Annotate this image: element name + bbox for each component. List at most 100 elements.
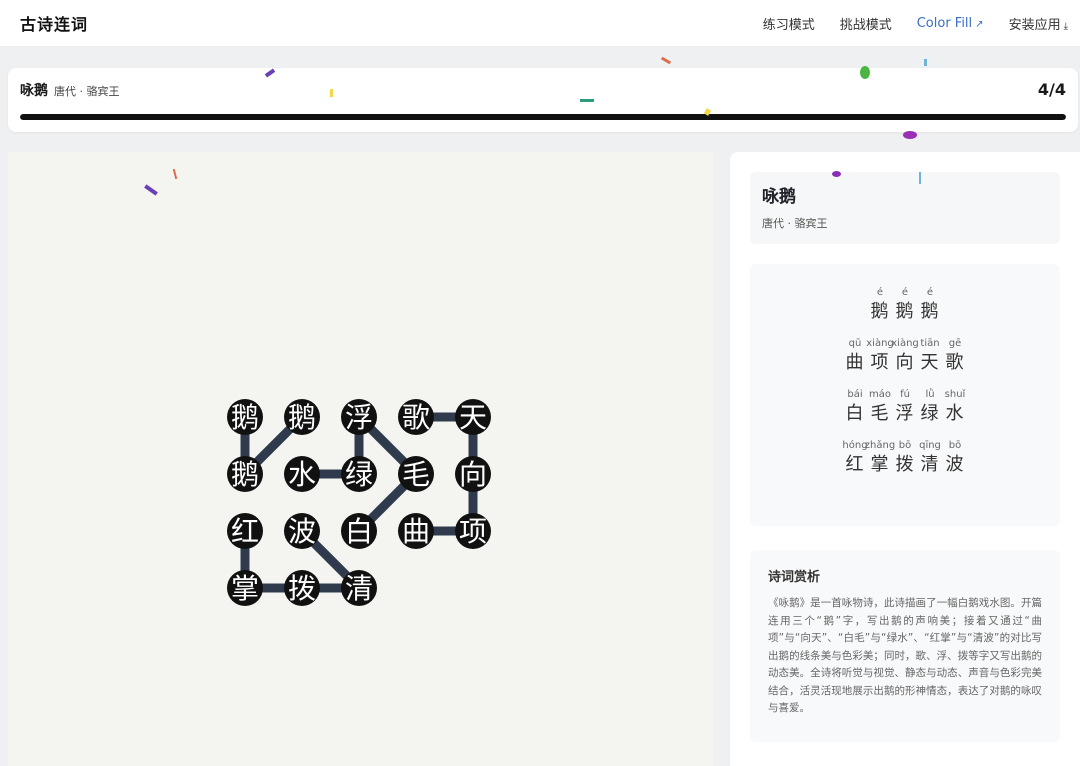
poem-char-pinyin: é (901, 287, 909, 298)
board-cell[interactable]: 鹅 (284, 399, 320, 435)
poem-line: qū 曲 xiàng 项 xiàng 向 tiān 天 gē 歌 (750, 337, 1060, 375)
external-link-icon: ↗ (975, 18, 984, 30)
board-cell-char: 掌 (231, 572, 259, 605)
board-cell[interactable]: 天 (455, 399, 491, 435)
poem-char-pinyin: bō (948, 440, 962, 451)
board-cell-char: 曲 (402, 515, 430, 548)
poem-analysis-box: 诗词赏析 《咏鹅》是一首咏物诗，此诗描画了一幅白鹅戏水图。开篇连用三个“鹅”字，… (750, 550, 1060, 742)
board-cell[interactable]: 鹅 (227, 399, 263, 435)
poem-char: bō 拨 (893, 439, 918, 477)
board-cell[interactable]: 水 (284, 456, 320, 492)
poem-char-hanzi: 拨 (895, 454, 915, 475)
progress-poem-title: 咏鹅 (20, 83, 48, 99)
poem-char: fú 浮 (893, 388, 918, 426)
poem-char-pinyin: hóng (842, 440, 868, 451)
board-cell-char: 拨 (288, 572, 316, 605)
poem-char: bō 波 (943, 439, 968, 477)
board-cell[interactable]: 拨 (284, 570, 320, 606)
poem-char: shuǐ 水 (943, 388, 968, 426)
board-cell[interactable]: 绿 (341, 456, 377, 492)
poem-line: bái 白 máo 毛 fú 浮 lǜ 绿 shuǐ 水 (750, 388, 1060, 426)
board-cell-char: 项 (459, 515, 487, 548)
poem-title: 咏鹅 (762, 187, 796, 207)
app-brand[interactable]: 古诗连词 (20, 11, 88, 35)
game-board[interactable]: 鹅鹅浮歌天鹅水绿毛向红波白曲项掌拨清 (8, 152, 713, 766)
poem-char-hanzi: 鹅 (895, 301, 915, 322)
poem-char: qīng 清 (918, 439, 943, 477)
board-cell[interactable]: 浮 (341, 399, 377, 435)
poem-info-box: 咏鹅 唐代 · 骆宾王 (750, 172, 1060, 244)
analysis-title: 诗词赏析 (768, 570, 821, 585)
poem-char-pinyin: gē (948, 338, 962, 349)
poem-char: lǜ 绿 (918, 388, 943, 426)
poem-char: tiān 天 (918, 337, 943, 375)
poem-char: xiàng 项 (866, 337, 894, 375)
poem-text-box: é 鹅 é 鹅 é 鹅 qū 曲 xiàng 项 xiàng 向 tiān 天 gē 歌 bái 白 máo 毛 fú 浮… (750, 264, 1060, 526)
poem-char: hóng 红 (842, 439, 868, 477)
board-cell[interactable]: 曲 (398, 513, 434, 549)
board-cell[interactable]: 掌 (227, 570, 263, 606)
poem-char-pinyin: é (926, 287, 934, 298)
poem-char: é鹅 (868, 286, 893, 324)
board-cell[interactable]: 向 (455, 456, 491, 492)
board-cell[interactable]: 清 (341, 570, 377, 606)
board-cell[interactable]: 歌 (398, 399, 434, 435)
poem-char-pinyin: qū (848, 338, 862, 349)
poem-char-hanzi: 波 (945, 454, 965, 475)
poem-char-hanzi: 向 (895, 352, 915, 373)
download-icon: ⤓ (1063, 20, 1068, 32)
poem-char-hanzi: 鹅 (920, 301, 940, 322)
poem-char-hanzi: 红 (845, 454, 865, 475)
nav-challenge-mode[interactable]: 挑战模式 (840, 14, 892, 33)
poem-line: é鹅é鹅é鹅 (750, 286, 1060, 324)
poem-char-pinyin: fú (900, 389, 910, 400)
board-cell[interactable]: 白 (341, 513, 377, 549)
poem-char-pinyin: zhǎng (864, 440, 896, 451)
poem-char-hanzi: 鹅 (870, 301, 890, 322)
board-cell-char: 歌 (402, 401, 430, 434)
poem-char-pinyin: bō (898, 440, 912, 451)
progress-bar (20, 114, 1066, 120)
poem-char-hanzi: 白 (845, 403, 865, 424)
poem-char-pinyin: xiàng (866, 338, 894, 349)
poem-char-hanzi: 掌 (870, 454, 890, 475)
nav-install-app[interactable]: 安装应用 ⤓ (1009, 14, 1068, 33)
poem-char-pinyin: bái (847, 389, 863, 400)
poem-line: hóng 红 zhǎng 掌 bō 拨 qīng 清 bō 波 (750, 439, 1060, 477)
poem-char: qū 曲 (843, 337, 868, 375)
board-cell-char: 毛 (402, 458, 430, 491)
board-cell-char: 水 (288, 458, 316, 491)
nav-color-fill-label: Color Fill (916, 15, 973, 31)
poem-char: xiàng 向 (891, 337, 919, 375)
poem-meta: 唐代 · 骆宾王 (762, 217, 828, 230)
board-cell-char: 绿 (345, 458, 373, 491)
poem-char: é鹅 (918, 286, 943, 324)
board-cell-char: 向 (459, 458, 487, 491)
nav-color-fill[interactable]: Color Fill ↗ (917, 16, 984, 31)
poem-char: gē 歌 (943, 337, 968, 375)
confetti-piece (924, 59, 927, 66)
nav-menu: 练习模式 挑战模式 Color Fill ↗ 安装应用 ⤓ (763, 14, 1068, 33)
poem-char-hanzi: 绿 (920, 403, 940, 424)
poem-char-pinyin: tiān (920, 338, 940, 349)
analysis-text: 《咏鹅》是一首咏物诗，此诗描画了一幅白鹅戏水图。开篇连用三个“鹅”字，写出鹅的声… (768, 597, 1042, 714)
board-cell[interactable]: 波 (284, 513, 320, 549)
poem-char-hanzi: 毛 (870, 403, 890, 424)
poem-char-pinyin: lǜ (925, 389, 935, 400)
board-cell[interactable]: 鹅 (227, 456, 263, 492)
progress-count: 4/4 (1037, 80, 1066, 99)
board-cell-char: 波 (288, 515, 316, 548)
board-cell-char: 清 (345, 572, 373, 605)
poem-char-hanzi: 天 (920, 352, 940, 373)
board-cell-char: 鹅 (231, 458, 259, 491)
poem-char-pinyin: máo (869, 389, 891, 400)
poem-char-pinyin: é (876, 287, 884, 298)
board-cell[interactable]: 项 (455, 513, 491, 549)
poem-char: zhǎng 掌 (864, 439, 896, 477)
board-cell[interactable]: 毛 (398, 456, 434, 492)
progress-card: 咏鹅 唐代 · 骆宾王 4/4 (8, 68, 1078, 132)
nav-practice-mode[interactable]: 练习模式 (763, 14, 815, 33)
board-cell-char: 浮 (345, 401, 373, 434)
board-cell[interactable]: 红 (227, 513, 263, 549)
progress-bar-fill (20, 114, 1066, 120)
